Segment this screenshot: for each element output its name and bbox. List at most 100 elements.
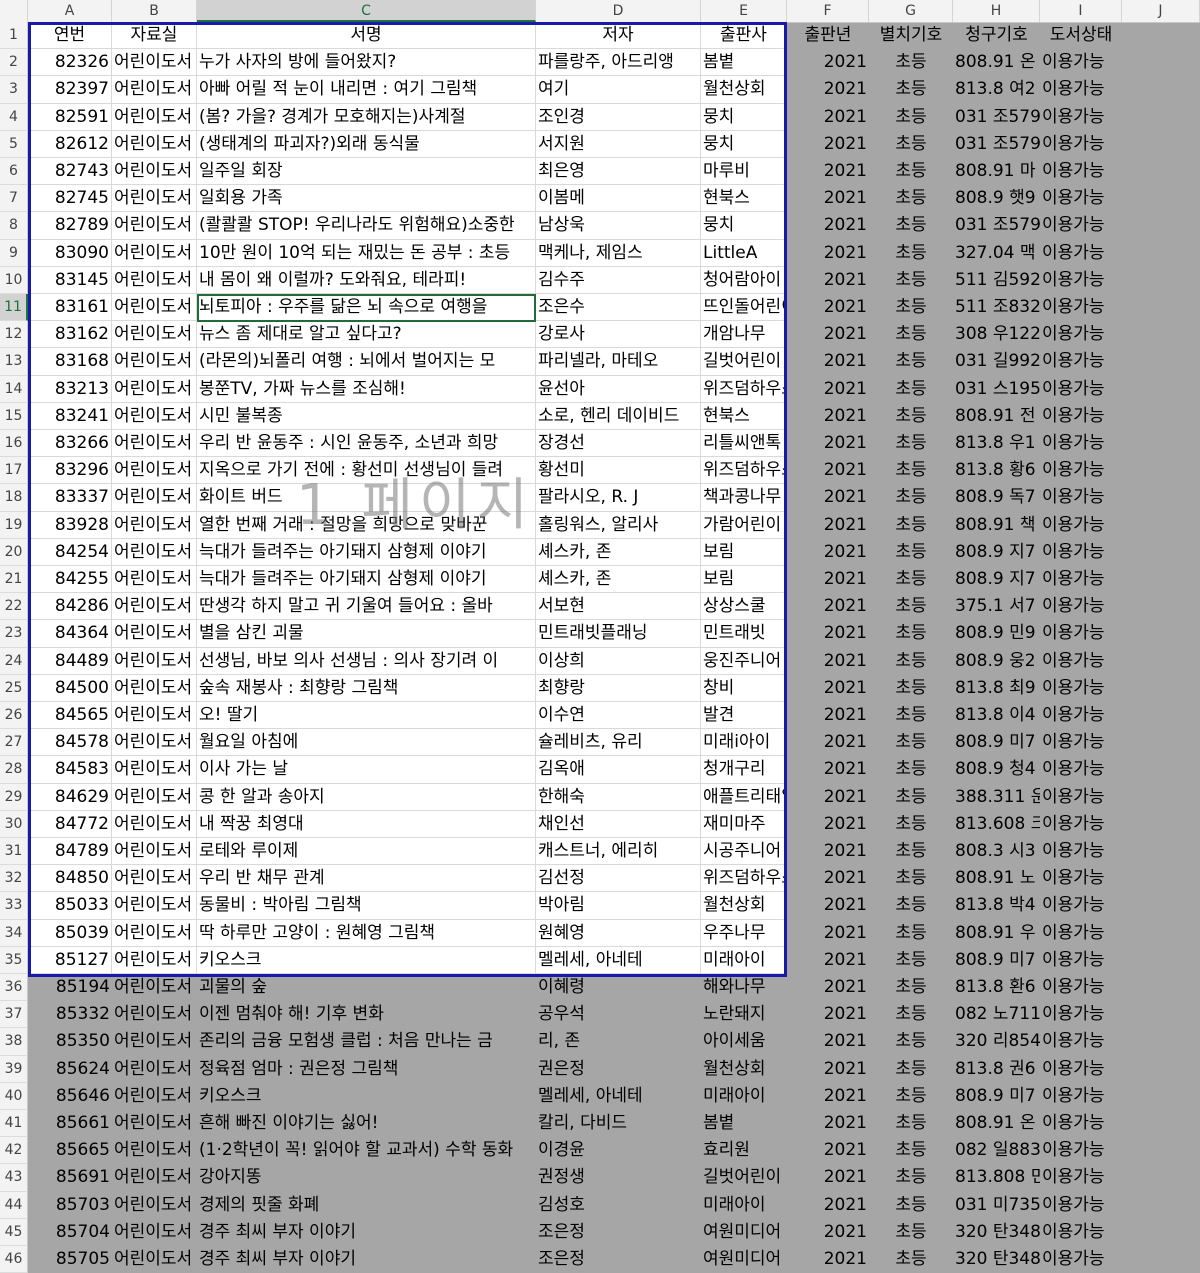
table-cell[interactable]: 어린이도서	[112, 838, 197, 866]
table-cell[interactable]: 82789	[28, 212, 112, 240]
column-header-f[interactable]: F	[787, 0, 869, 22]
table-cell[interactable]: 초등	[869, 76, 953, 103]
table-cell[interactable]: 2021	[787, 131, 869, 158]
table-cell[interactable]: 이용가능	[1040, 403, 1122, 430]
table-cell[interactable]: 초등	[869, 1028, 953, 1055]
table-cell[interactable]: 어린이도서	[112, 702, 197, 730]
table-cell[interactable]: 2021	[787, 974, 869, 1001]
table-cell[interactable]: 813.8 박4	[953, 892, 1040, 919]
column-header-i[interactable]: I	[1040, 0, 1122, 22]
table-cell[interactable]: 어린이도서	[112, 457, 197, 485]
table-cell[interactable]: 딴생각 하지 말고 귀 기울여 들어요 : 올바	[197, 593, 536, 621]
table-cell[interactable]	[1122, 76, 1200, 103]
table-cell[interactable]: 숲속 재봉사 : 최향랑 그림책	[197, 674, 536, 702]
table-cell[interactable]: 2021	[787, 321, 869, 348]
table-cell[interactable]: 초등	[869, 131, 953, 158]
table-cell[interactable]: 초등	[869, 294, 953, 321]
table-cell[interactable]: 개암나무	[701, 321, 787, 349]
header-cell[interactable]: 서명	[197, 22, 536, 50]
row-number[interactable]: 34	[0, 919, 28, 947]
row-number[interactable]: 16	[0, 430, 28, 458]
table-cell[interactable]	[1122, 158, 1200, 185]
table-cell[interactable]	[1122, 920, 1200, 947]
row-number[interactable]: 37	[0, 1001, 28, 1029]
column-header-h[interactable]: H	[953, 0, 1040, 22]
table-cell[interactable]: 83337	[28, 484, 112, 512]
row-number[interactable]: 2	[0, 49, 28, 77]
table-cell[interactable]: 어린이도서	[112, 1164, 197, 1191]
column-header-g[interactable]: G	[869, 0, 953, 22]
table-cell[interactable]: 어린이도서	[112, 76, 197, 104]
table-cell[interactable]: 콩 한 알과 송아지	[197, 783, 536, 811]
table-cell[interactable]	[1122, 539, 1200, 566]
table-cell[interactable]: 어린이도서	[112, 266, 197, 294]
table-cell[interactable]: 초등	[869, 49, 953, 76]
table-cell[interactable]: 열한 번째 거래 : 절망을 희망으로 맞바꾼	[197, 511, 536, 539]
row-number[interactable]: 20	[0, 538, 28, 566]
table-cell[interactable]: 이수연	[536, 702, 701, 730]
table-cell[interactable]: 어린이도서	[112, 647, 197, 675]
table-cell[interactable]: 초등	[869, 648, 953, 675]
table-cell[interactable]: 상상스쿨	[701, 593, 787, 621]
table-cell[interactable]: 808.9 민9	[953, 620, 1040, 647]
table-cell[interactable]: 초등	[869, 620, 953, 647]
table-cell[interactable]: 83162	[28, 321, 112, 349]
table-cell[interactable]: 어린이도서	[112, 1083, 197, 1110]
table-cell[interactable]: 10만 원이 10억 되는 재밌는 돈 공부 : 초등	[197, 239, 536, 267]
table-cell[interactable]: 031 조579	[953, 212, 1040, 239]
table-cell[interactable]: 2021	[787, 539, 869, 566]
row-number[interactable]: 25	[0, 674, 28, 702]
table-cell[interactable]: 2021	[787, 811, 869, 838]
column-header-b[interactable]: B	[112, 0, 197, 22]
table-cell[interactable]: 봉쭌TV, 가짜 뉴스를 조심해!	[197, 375, 536, 403]
table-cell[interactable]: 아빠 어릴 적 눈이 내리면 : 여기 그림책	[197, 76, 536, 104]
table-cell[interactable]: 2021	[787, 457, 869, 484]
table-cell[interactable]	[1122, 756, 1200, 783]
table-cell[interactable]: 813.8 이4	[953, 702, 1040, 729]
table-cell[interactable]: 흔해 빠진 이야기는 싫어!	[197, 1110, 536, 1137]
row-number[interactable]: 18	[0, 484, 28, 512]
table-cell[interactable]: 서지원	[536, 130, 701, 158]
table-cell[interactable]	[1122, 212, 1200, 239]
table-cell[interactable]: 375.1 서7	[953, 593, 1040, 620]
table-cell[interactable]: 봄볕	[701, 49, 787, 77]
table-cell[interactable]: 위즈덤하우스	[701, 865, 787, 893]
column-header-c[interactable]: C	[197, 0, 536, 22]
table-cell[interactable]: 808.9 지7	[953, 566, 1040, 593]
table-cell[interactable]: 어린이도서	[112, 810, 197, 838]
row-number[interactable]: 12	[0, 321, 28, 349]
table-cell[interactable]: 뜨인돌어린이	[701, 294, 787, 322]
table-cell[interactable]: 초등	[869, 1164, 953, 1191]
table-cell[interactable]	[1122, 784, 1200, 811]
table-cell[interactable]: 월천상회	[701, 892, 787, 920]
table-cell[interactable]: 320 리854	[953, 1028, 1040, 1055]
table-cell[interactable]: 초등	[869, 267, 953, 294]
table-cell[interactable]: 초등	[869, 756, 953, 783]
table-cell[interactable]	[1122, 104, 1200, 131]
table-cell[interactable]	[1122, 321, 1200, 348]
table-cell[interactable]: 어린이도서	[112, 892, 197, 920]
table-cell[interactable]: 813.8 권6	[953, 1056, 1040, 1083]
table-cell[interactable]: 초등	[869, 1219, 953, 1246]
table-cell[interactable]: 이용가능	[1040, 430, 1122, 457]
row-number[interactable]: 4	[0, 103, 28, 131]
table-cell[interactable]	[1122, 512, 1200, 539]
table-cell[interactable]: 서보현	[536, 593, 701, 621]
table-cell[interactable]: 이용가능	[1040, 1192, 1122, 1219]
header-cell[interactable]: 연번	[28, 22, 112, 50]
table-cell[interactable]	[1122, 648, 1200, 675]
table-cell[interactable]: 031 조579	[953, 104, 1040, 131]
table-cell[interactable]: 이용가능	[1040, 158, 1122, 185]
table-cell[interactable]: 이경윤	[536, 1137, 701, 1164]
table-cell[interactable]	[1122, 457, 1200, 484]
table-cell[interactable]: 여원미디어	[701, 1219, 787, 1246]
row-number[interactable]: 9	[0, 239, 28, 267]
table-cell[interactable]: 지옥으로 가기 전에 : 황선미 선생님이 들려	[197, 457, 536, 485]
table-cell[interactable]: 이용가능	[1040, 947, 1122, 974]
table-cell[interactable]: 애플트리태일즈	[701, 783, 787, 811]
table-cell[interactable]: 이사 가는 날	[197, 756, 536, 784]
row-number[interactable]: 7	[0, 185, 28, 213]
table-cell[interactable]: 이용가능	[1040, 1137, 1122, 1164]
table-cell[interactable]: 82326	[28, 49, 112, 77]
table-cell[interactable]	[1122, 1137, 1200, 1164]
